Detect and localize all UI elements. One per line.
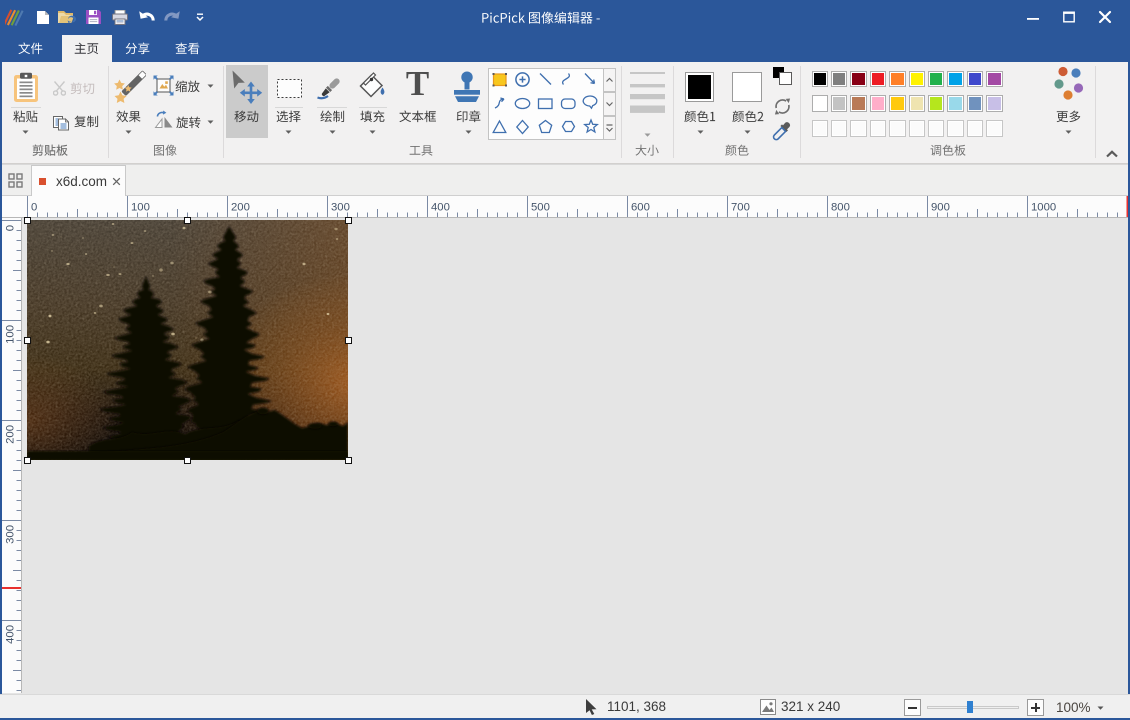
svg-text:900: 900 bbox=[931, 202, 950, 214]
svg-text:800: 800 bbox=[831, 202, 850, 214]
svg-text:400: 400 bbox=[431, 202, 450, 214]
svg-text:500: 500 bbox=[531, 202, 550, 214]
svg-text:0: 0 bbox=[31, 202, 37, 214]
svg-text:100: 100 bbox=[5, 325, 17, 344]
svg-text:1000: 1000 bbox=[1031, 202, 1056, 214]
svg-text:300: 300 bbox=[331, 202, 350, 214]
svg-text:400: 400 bbox=[5, 625, 17, 644]
svg-text:100: 100 bbox=[131, 202, 150, 214]
svg-text:700: 700 bbox=[731, 202, 750, 214]
svg-text:0: 0 bbox=[5, 225, 17, 231]
svg-text:200: 200 bbox=[231, 202, 250, 214]
svg-text:200: 200 bbox=[5, 425, 17, 444]
svg-text:300: 300 bbox=[5, 525, 17, 544]
svg-text:600: 600 bbox=[631, 202, 650, 214]
